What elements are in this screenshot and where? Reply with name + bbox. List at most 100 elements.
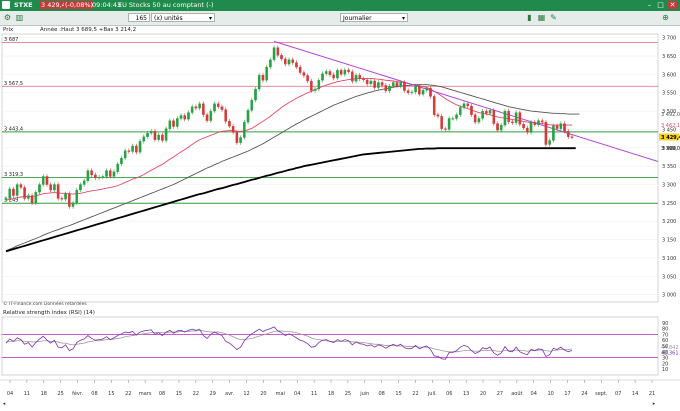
price-tick-label: 3 700 xyxy=(662,36,676,42)
candle-body xyxy=(373,80,376,88)
candle-body xyxy=(462,103,466,108)
candle-body xyxy=(540,120,544,123)
candle-body xyxy=(518,112,522,125)
candle-body xyxy=(552,125,555,141)
price-tick-label: 3 100 xyxy=(662,256,676,262)
candle-body xyxy=(187,112,190,120)
candle-body xyxy=(161,134,164,141)
candle-body xyxy=(418,85,421,95)
candle-body xyxy=(127,150,131,152)
x-tick-label: 15 xyxy=(176,391,182,397)
candle-body xyxy=(105,170,108,177)
candle-body xyxy=(239,137,242,143)
candle-body xyxy=(23,187,26,199)
candle-body xyxy=(220,106,224,110)
candle-body xyxy=(347,69,350,72)
x-tick-label: 18 xyxy=(41,391,47,397)
x-tick-label: 08 xyxy=(159,391,165,397)
x-tick-label: 14 xyxy=(632,391,638,397)
candle-body xyxy=(71,202,75,207)
candle-body xyxy=(555,125,559,129)
candle-body xyxy=(8,188,12,199)
candle-body xyxy=(12,188,15,196)
x-tick-label: 04 xyxy=(531,391,537,397)
rsi-tick-label: 10 xyxy=(662,367,668,373)
candle-body xyxy=(391,82,395,87)
x-tick-label: juin xyxy=(359,391,369,397)
x-tick-label: 15 xyxy=(108,391,114,397)
candle-body xyxy=(246,110,250,123)
rsi-tick-label: 50 xyxy=(662,344,668,350)
candle-body xyxy=(388,85,391,92)
candle-body xyxy=(261,74,265,81)
candle-body xyxy=(41,176,45,185)
x-tick-label: 08 xyxy=(378,391,384,397)
rsi-tick-label: 30 xyxy=(662,356,668,362)
candle-body xyxy=(313,88,317,91)
x-tick-label: 22 xyxy=(125,391,131,397)
candle-body xyxy=(101,176,105,178)
candle-body xyxy=(492,110,496,124)
candle-body xyxy=(447,118,451,130)
candle-body xyxy=(272,47,276,60)
chart-area[interactable]: 3 6873 567,53 443,43 319,33 249 3 492,03… xyxy=(0,0,680,411)
candle-body xyxy=(432,96,436,115)
candle-body xyxy=(369,80,373,85)
x-tick-label: 06 xyxy=(446,391,452,397)
price-tick-label: 3 200 xyxy=(662,219,676,225)
candle-body xyxy=(198,103,201,109)
candle-body xyxy=(276,47,280,56)
scroll-left-icon[interactable]: ◂ xyxy=(1,401,7,407)
candle-body xyxy=(231,125,235,133)
candle-body xyxy=(295,62,298,68)
x-tick-label: 13 xyxy=(463,391,469,397)
candle-body xyxy=(436,114,440,117)
rsi-tick-label: 70 xyxy=(662,332,668,338)
candle-body xyxy=(287,59,291,65)
candle-body xyxy=(511,121,514,123)
candle-body xyxy=(351,71,354,82)
candle-body xyxy=(332,74,335,79)
candle-body xyxy=(499,124,503,131)
candle-body xyxy=(250,99,254,111)
candle-body xyxy=(324,71,328,74)
x-tick-label: juil. xyxy=(427,391,437,397)
x-tick-label: sept. xyxy=(595,391,608,397)
level-label: 3 567,5 xyxy=(4,81,23,87)
candle-body xyxy=(149,131,153,134)
candle-body xyxy=(503,110,507,126)
candle-body xyxy=(466,103,470,107)
x-tick-label: mars xyxy=(139,391,152,397)
price-right-tag: 3 429,4 xyxy=(661,135,680,141)
candle-body xyxy=(406,90,410,93)
candle-body xyxy=(86,170,90,181)
candle-body xyxy=(507,110,510,122)
candle-body xyxy=(526,127,529,133)
x-tick-label: 11 xyxy=(24,391,30,397)
candle-body xyxy=(257,74,261,90)
candle-body xyxy=(79,184,82,191)
candle-body xyxy=(194,106,198,109)
candle-body xyxy=(559,123,563,129)
scroll-right-icon[interactable]: ▸ xyxy=(651,401,657,407)
candle-body xyxy=(429,88,432,97)
price-tick-label: 3 400 xyxy=(662,146,676,152)
candle-body xyxy=(529,121,533,133)
x-tick-label: 22 xyxy=(193,391,199,397)
price-tick-label: 3 600 xyxy=(662,72,676,78)
candle-body xyxy=(570,136,574,138)
candle-body xyxy=(485,110,488,114)
candle-body xyxy=(365,79,369,85)
candle-body xyxy=(496,123,499,131)
candle-body xyxy=(421,90,425,95)
ma-line-ma20 xyxy=(5,77,573,201)
price-tick-label: 3 650 xyxy=(662,54,676,60)
candle-body xyxy=(153,131,157,140)
x-tick-label: 25 xyxy=(345,391,351,397)
candle-body xyxy=(19,184,23,188)
candle-body xyxy=(283,58,287,65)
candle-body xyxy=(473,114,477,123)
x-tick-label: 04 xyxy=(294,391,300,397)
candle-body xyxy=(60,198,64,200)
x-tick-label: 08 xyxy=(91,391,97,397)
